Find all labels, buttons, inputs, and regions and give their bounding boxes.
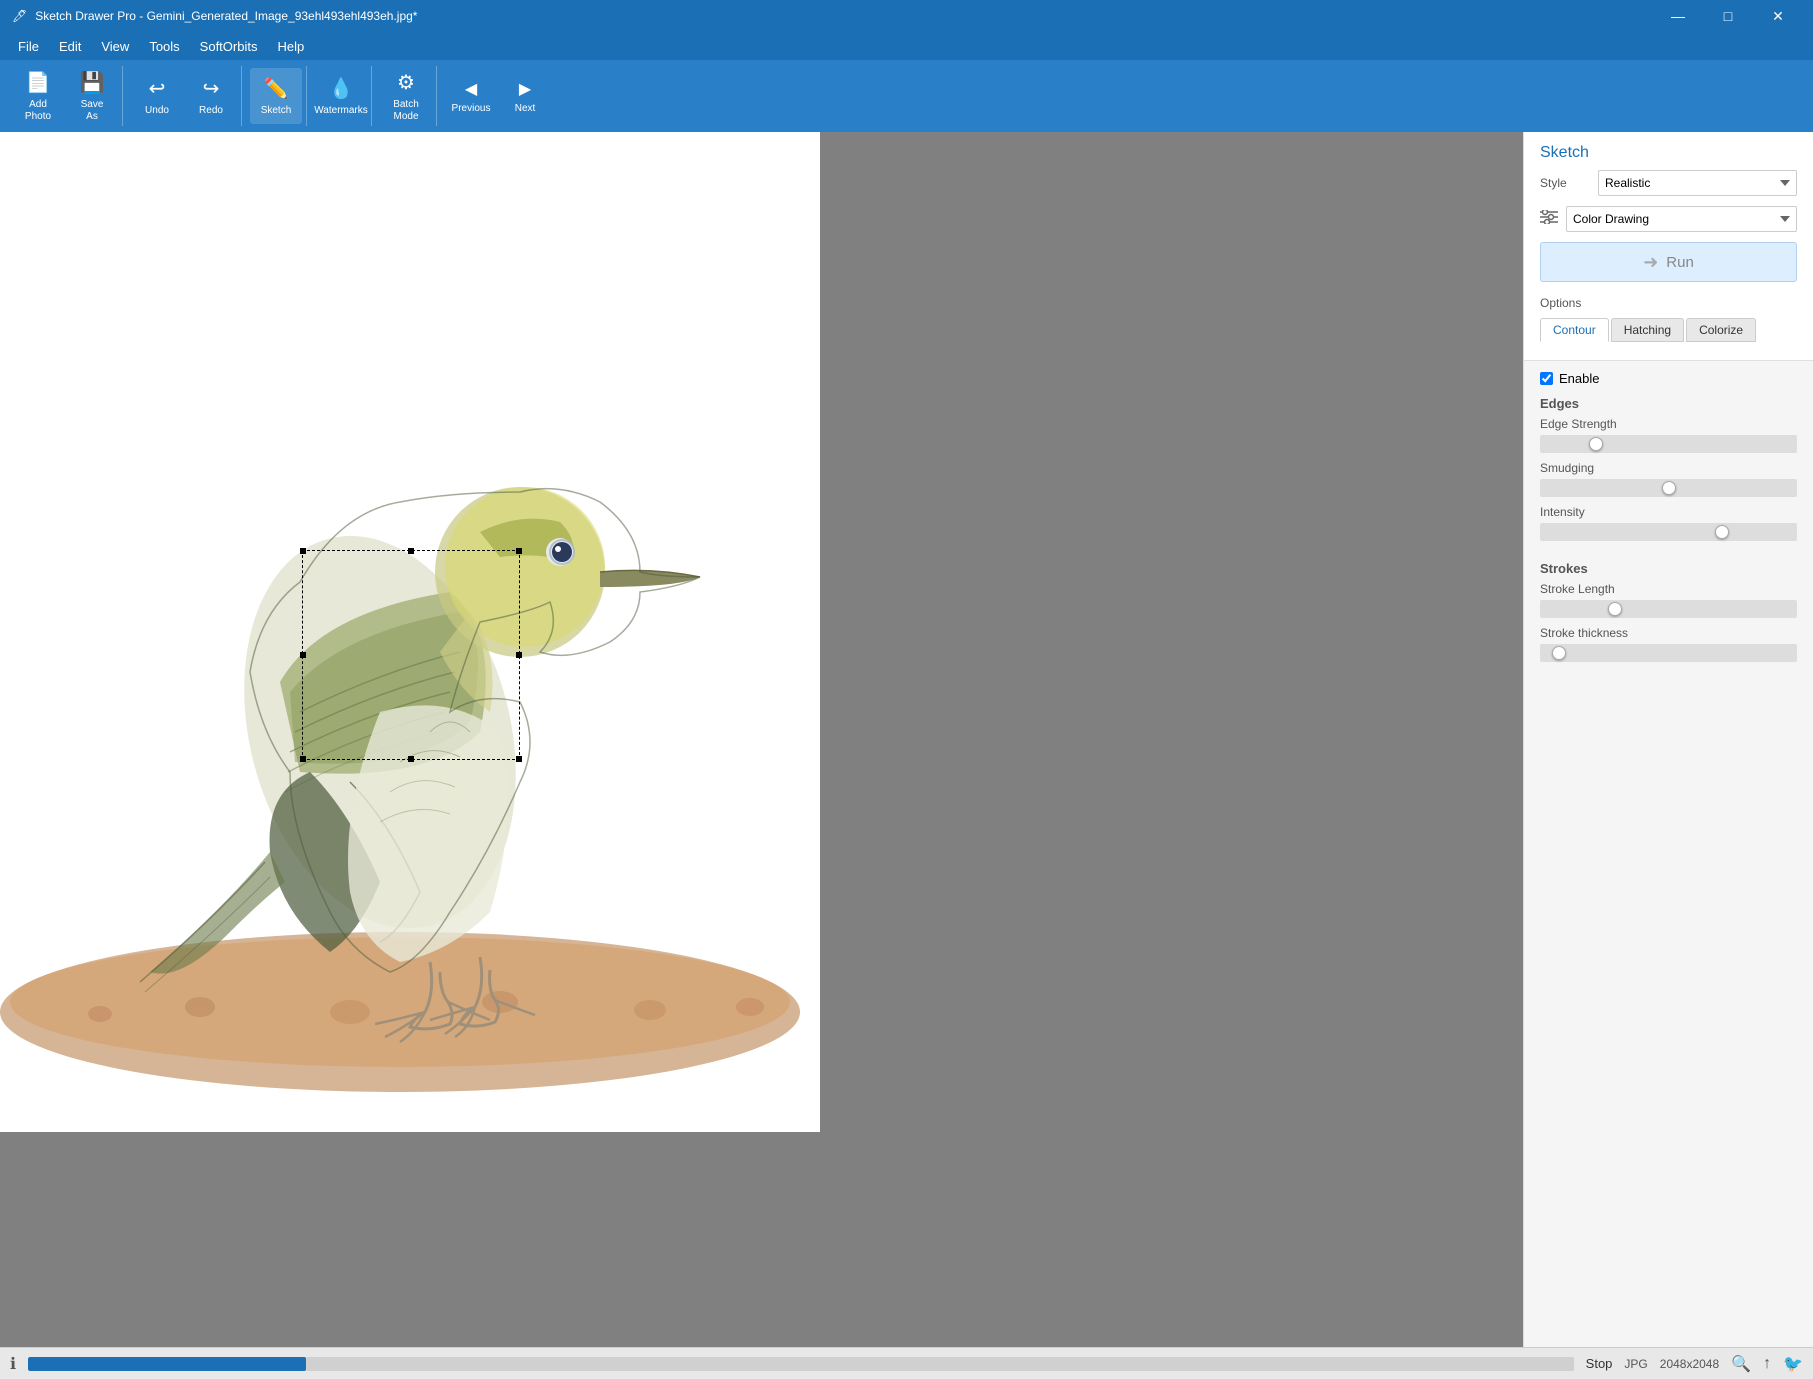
- twitter-icon[interactable]: 🐦: [1783, 1354, 1803, 1374]
- options-label: Options: [1540, 296, 1797, 310]
- menu-edit[interactable]: Edit: [49, 35, 91, 58]
- strokes-title: Strokes: [1540, 561, 1797, 576]
- format-label: JPG: [1624, 1357, 1647, 1371]
- next-icon: ▶: [519, 79, 531, 99]
- watermarks-button[interactable]: 💧 Watermarks: [315, 68, 367, 124]
- stop-button[interactable]: Stop: [1586, 1356, 1613, 1371]
- batch-button[interactable]: ⚙ BatchMode: [380, 68, 432, 124]
- sketch-label: Sketch: [261, 105, 292, 116]
- batch-label: BatchMode: [393, 99, 419, 123]
- style-select[interactable]: Realistic Cartoon Anime Pencil: [1598, 170, 1797, 196]
- stroke-thickness-label: Stroke thickness: [1540, 626, 1797, 640]
- intensity-slider[interactable]: [1540, 523, 1797, 541]
- previous-label: Previous: [452, 103, 491, 114]
- enable-label: Enable: [1559, 371, 1599, 386]
- tab-bar: Contour Hatching Colorize: [1540, 318, 1797, 342]
- share-icon[interactable]: ↑: [1763, 1355, 1771, 1373]
- run-arrow-icon: ➜: [1643, 252, 1658, 273]
- run-label: Run: [1666, 254, 1694, 271]
- panel-title: Sketch: [1540, 144, 1797, 162]
- edge-strength-slider[interactable]: [1540, 435, 1797, 453]
- main-area: Sketch Style Realistic Cartoon Anime Pen…: [0, 132, 1813, 1347]
- tool-group-nav: ◀ Previous ▶ Next: [441, 66, 555, 126]
- redo-icon: ↪: [203, 76, 220, 101]
- bird-canvas: [0, 132, 820, 1132]
- tool-group-file: 📄 AddPhoto 💾 SaveAs: [8, 66, 123, 126]
- intensity-label: Intensity: [1540, 505, 1797, 519]
- smudging-label: Smudging: [1540, 461, 1797, 475]
- title-bar-left: 🖊 Sketch Drawer Pro - Gemini_Generated_I…: [12, 9, 417, 23]
- info-icon[interactable]: ℹ: [10, 1354, 16, 1374]
- tool-group-batch: ⚙ BatchMode: [376, 66, 437, 126]
- stroke-length-label: Stroke Length: [1540, 582, 1797, 596]
- edges-section: Edges Edge Strength Smudging Intensity: [1540, 396, 1797, 549]
- undo-button[interactable]: ↩ Undo: [131, 68, 183, 124]
- style-row: Style Realistic Cartoon Anime Pencil: [1540, 170, 1797, 196]
- redo-label: Redo: [199, 105, 223, 116]
- menu-tools[interactable]: Tools: [139, 35, 189, 58]
- close-button[interactable]: ✕: [1755, 0, 1801, 32]
- title-bar: 🖊 Sketch Drawer Pro - Gemini_Generated_I…: [0, 0, 1813, 32]
- menu-file[interactable]: File: [8, 35, 49, 58]
- tool-group-sketch: ✏️ Sketch: [246, 66, 307, 126]
- presets-select[interactable]: Color Drawing Pencil Sketch Charcoal Ink: [1566, 206, 1797, 232]
- run-button[interactable]: ➜ Run: [1540, 242, 1797, 282]
- undo-label: Undo: [145, 105, 169, 116]
- edges-title: Edges: [1540, 396, 1797, 411]
- maximize-button[interactable]: □: [1705, 0, 1751, 32]
- tab-colorize[interactable]: Colorize: [1686, 318, 1756, 342]
- title-bar-controls: — □ ✕: [1655, 0, 1801, 32]
- sketch-icon: ✏️: [264, 76, 289, 101]
- tab-contour[interactable]: Contour: [1540, 318, 1609, 342]
- save-button[interactable]: 💾 SaveAs: [66, 68, 118, 124]
- add-photo-button[interactable]: 📄 AddPhoto: [12, 68, 64, 124]
- style-label: Style: [1540, 176, 1590, 190]
- tool-group-edit: ↩ Undo ↪ Redo: [127, 66, 242, 126]
- prev-icon: ◀: [465, 79, 477, 99]
- save-icon: 💾: [80, 70, 105, 95]
- progress-fill: [28, 1357, 306, 1371]
- status-bar: ℹ Stop JPG 2048x2048 🔍 ↑ 🐦: [0, 1347, 1813, 1379]
- dimensions-label: 2048x2048: [1660, 1357, 1719, 1371]
- presets-icon: [1540, 210, 1558, 229]
- enable-checkbox[interactable]: [1540, 372, 1553, 385]
- right-panel: Sketch Style Realistic Cartoon Anime Pen…: [1523, 132, 1813, 1347]
- bird-svg: [0, 132, 820, 1132]
- toolbar: 📄 AddPhoto 💾 SaveAs ↩ Undo ↪ Redo ✏️ Ske…: [0, 60, 1813, 132]
- menu-bar: File Edit View Tools SoftOrbits Help: [0, 32, 1813, 60]
- watermarks-label: Watermarks: [314, 105, 368, 116]
- panel-content: Enable Edges Edge Strength Smudging Inte…: [1524, 361, 1813, 692]
- previous-button[interactable]: ◀ Previous: [445, 68, 497, 124]
- window-title: Sketch Drawer Pro - Gemini_Generated_Ima…: [35, 9, 417, 23]
- strokes-section: Strokes Stroke Length Stroke thickness: [1540, 561, 1797, 670]
- batch-icon: ⚙: [397, 70, 415, 95]
- menu-view[interactable]: View: [91, 35, 139, 58]
- canvas-background: [0, 132, 1523, 1347]
- tool-group-watermarks: 💧 Watermarks: [311, 66, 372, 126]
- stroke-length-slider[interactable]: [1540, 600, 1797, 618]
- zoom-out-icon[interactable]: 🔍: [1731, 1354, 1751, 1374]
- save-label: SaveAs: [81, 99, 104, 123]
- menu-softorbits[interactable]: SoftOrbits: [190, 35, 268, 58]
- progress-bar: [28, 1357, 1574, 1371]
- sketch-button[interactable]: ✏️ Sketch: [250, 68, 302, 124]
- app-icon: 🖊: [12, 9, 27, 23]
- tab-hatching[interactable]: Hatching: [1611, 318, 1684, 342]
- watermarks-icon: 💧: [329, 76, 354, 101]
- canvas-area[interactable]: [0, 132, 1523, 1347]
- next-label: Next: [515, 103, 536, 114]
- add-photo-label: AddPhoto: [25, 99, 51, 123]
- edge-strength-label: Edge Strength: [1540, 417, 1797, 431]
- minimize-button[interactable]: —: [1655, 0, 1701, 32]
- presets-row: Color Drawing Pencil Sketch Charcoal Ink: [1540, 206, 1797, 232]
- add-photo-icon: 📄: [26, 70, 51, 95]
- stroke-thickness-slider[interactable]: [1540, 644, 1797, 662]
- panel-header: Sketch Style Realistic Cartoon Anime Pen…: [1524, 132, 1813, 361]
- undo-icon: ↩: [149, 76, 166, 101]
- enable-row: Enable: [1540, 371, 1797, 386]
- smudging-slider[interactable]: [1540, 479, 1797, 497]
- menu-help[interactable]: Help: [267, 35, 314, 58]
- next-button[interactable]: ▶ Next: [499, 68, 551, 124]
- redo-button[interactable]: ↪ Redo: [185, 68, 237, 124]
